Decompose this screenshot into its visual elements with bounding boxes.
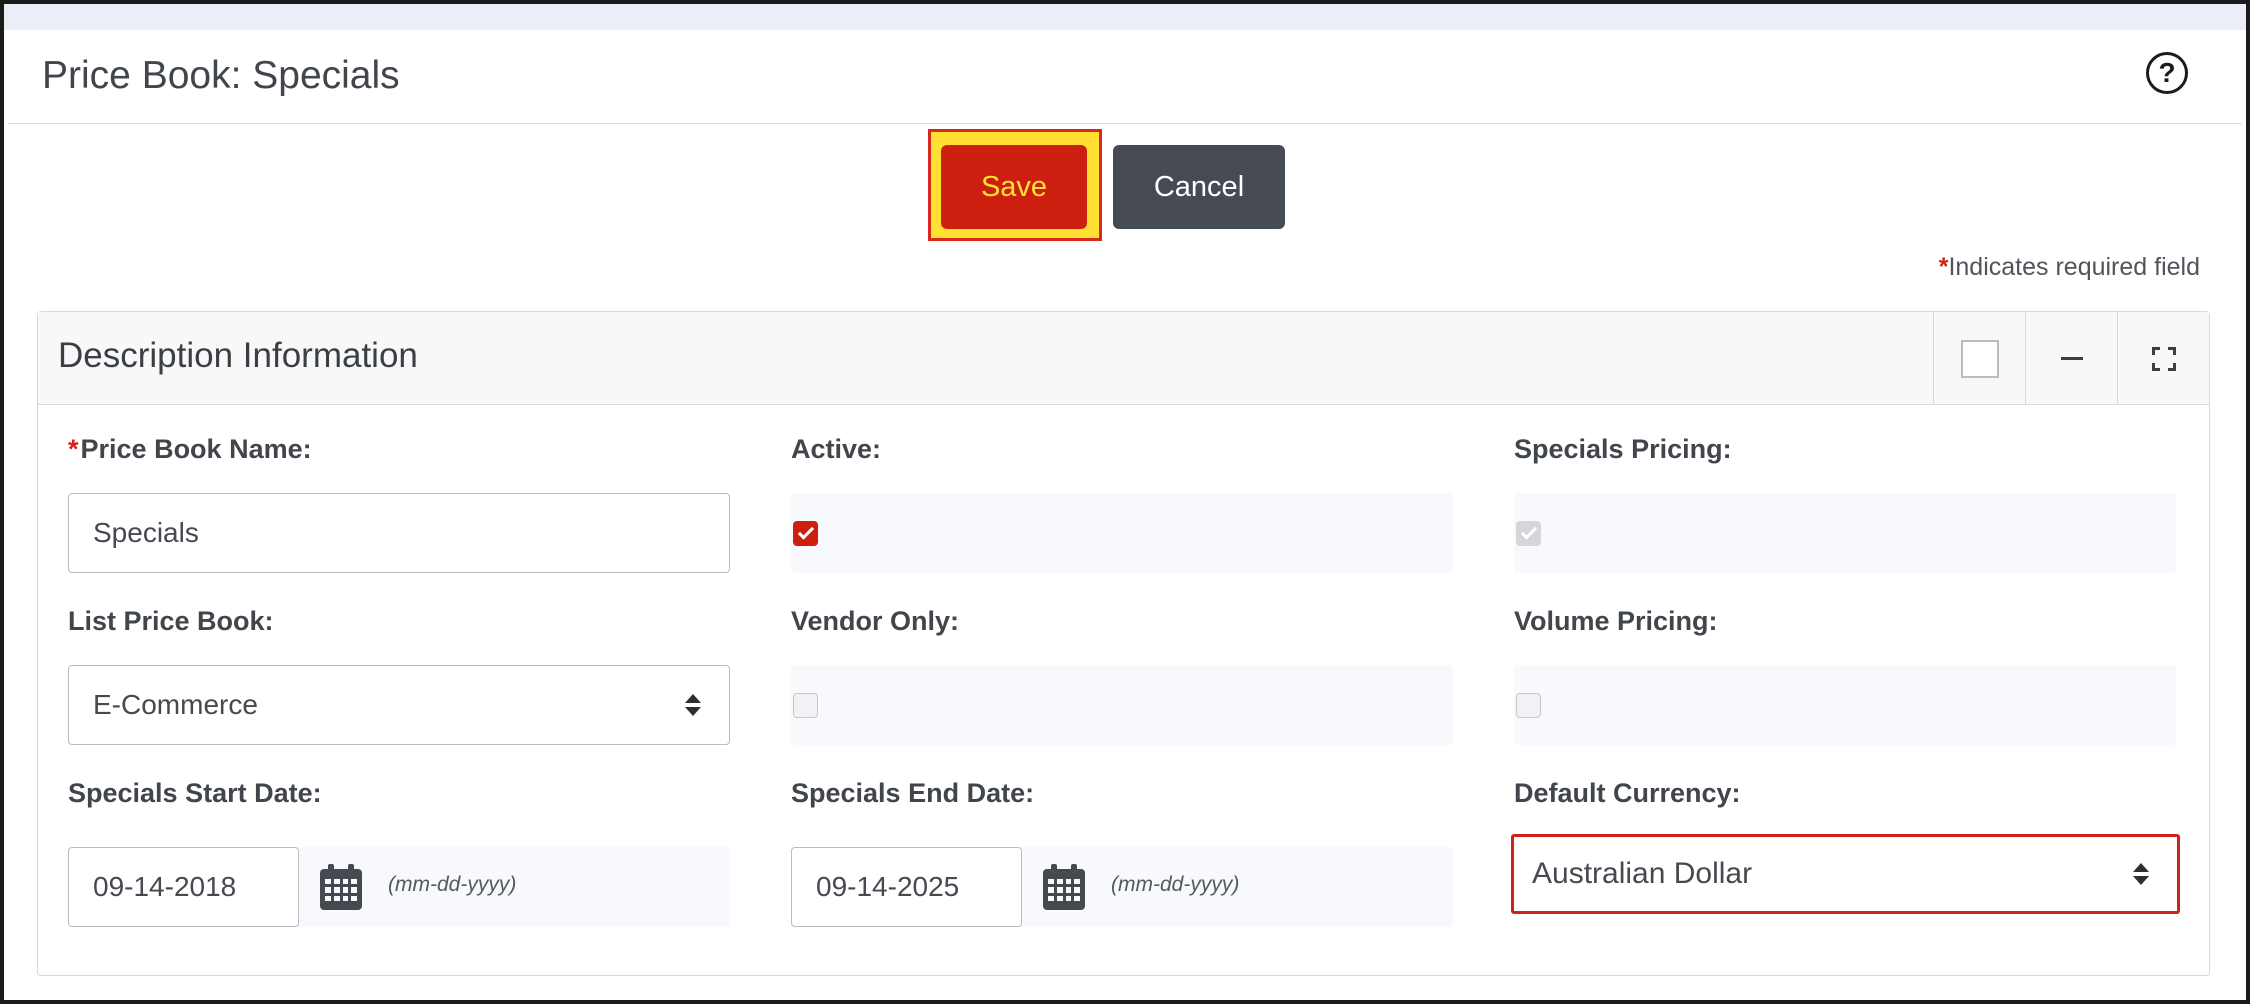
date-format-hint: (mm-dd-yyyy) bbox=[1111, 873, 1240, 896]
volume-pricing-label: Volume Pricing: bbox=[1514, 606, 1718, 636]
price-book-name-label: *Price Book Name: bbox=[68, 434, 312, 465]
sort-arrows-icon bbox=[2133, 863, 2149, 885]
required-note-text: Indicates required field bbox=[1948, 253, 2200, 281]
vendor-only-field bbox=[791, 665, 1453, 745]
date-format-hint: (mm-dd-yyyy) bbox=[388, 873, 517, 896]
specials-pricing-label: Specials Pricing: bbox=[1514, 434, 1732, 464]
default-currency-select[interactable]: Australian Dollar bbox=[1511, 834, 2180, 914]
panel-header: Description Information bbox=[38, 312, 2209, 405]
panel-collapse-button[interactable] bbox=[2025, 312, 2117, 405]
panel-select-toggle[interactable] bbox=[1933, 312, 2025, 405]
checkmark-icon bbox=[1520, 522, 1537, 540]
active-field bbox=[791, 493, 1453, 573]
page-header: Price Book: Specials ? bbox=[8, 30, 2242, 124]
default-currency-value: Australian Dollar bbox=[1532, 857, 1753, 890]
specials-pricing-checkbox bbox=[1516, 520, 1541, 546]
required-star: * bbox=[1938, 253, 1949, 281]
specials-end-date-field: 09-14-2025 (mm-dd-yyyy) bbox=[791, 847, 1453, 927]
default-currency-label: Default Currency: bbox=[1514, 778, 1741, 808]
minus-icon bbox=[2060, 357, 2083, 360]
specials-end-date-input[interactable]: 09-14-2025 bbox=[791, 847, 1022, 927]
specials-start-date-input[interactable]: 09-14-2018 bbox=[68, 847, 299, 927]
sort-arrows-icon bbox=[685, 694, 701, 716]
specials-pricing-field bbox=[1514, 493, 2176, 573]
vendor-only-checkbox[interactable] bbox=[793, 692, 818, 718]
app-window: Price Book: Specials ? Save Cancel *Indi… bbox=[0, 0, 2250, 1004]
square-icon bbox=[1960, 339, 1999, 378]
top-strip bbox=[4, 4, 2246, 30]
specials-end-date-value: 09-14-2025 bbox=[816, 871, 960, 902]
active-checkbox[interactable] bbox=[793, 520, 818, 546]
list-price-book-select[interactable]: E-Commerce bbox=[68, 665, 730, 745]
panel-title: Description Information bbox=[58, 336, 418, 375]
list-price-book-label: List Price Book: bbox=[68, 606, 274, 636]
expand-icon bbox=[2151, 346, 2176, 371]
panel-expand-button[interactable] bbox=[2117, 312, 2209, 405]
required-field-note: *Indicates required field bbox=[1939, 253, 2200, 282]
specials-start-date-value: 09-14-2018 bbox=[93, 871, 237, 902]
specials-start-date-label: Specials Start Date: bbox=[68, 778, 322, 808]
specials-end-date-label: Specials End Date: bbox=[791, 778, 1035, 808]
checkmark-icon bbox=[797, 522, 814, 540]
price-book-name-value: Specials bbox=[93, 517, 199, 548]
calendar-icon[interactable] bbox=[320, 864, 362, 910]
active-label: Active: bbox=[791, 434, 882, 464]
save-button[interactable]: Save bbox=[941, 145, 1087, 229]
description-information-panel: Description Information *Price Book Name… bbox=[37, 311, 2210, 976]
cancel-button[interactable]: Cancel bbox=[1113, 145, 1285, 229]
specials-start-date-field: 09-14-2018 (mm-dd-yyyy) bbox=[68, 847, 730, 927]
list-price-book-value: E-Commerce bbox=[93, 689, 258, 720]
price-book-name-label-text: Price Book Name: bbox=[80, 434, 312, 464]
help-icon[interactable]: ? bbox=[2146, 52, 2188, 94]
volume-pricing-checkbox[interactable] bbox=[1516, 692, 1541, 718]
volume-pricing-field bbox=[1514, 665, 2176, 745]
required-star: * bbox=[68, 434, 79, 464]
page-title: Price Book: Specials bbox=[42, 54, 400, 97]
vendor-only-label: Vendor Only: bbox=[791, 606, 960, 636]
calendar-icon[interactable] bbox=[1043, 864, 1085, 910]
price-book-name-input[interactable]: Specials bbox=[68, 493, 730, 573]
